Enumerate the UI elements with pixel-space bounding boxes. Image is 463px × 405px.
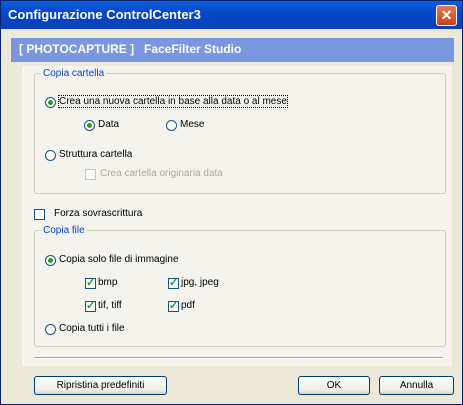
- radio-struttura-cartella[interactable]: [45, 150, 56, 161]
- checkbox-pdf[interactable]: [168, 299, 179, 312]
- copia-file-legend: Copia file: [43, 225, 85, 236]
- tab-photocapture[interactable]: [ PHOTOCAPTURE ]: [19, 42, 134, 56]
- radio-copia-solo-immagini[interactable]: [45, 255, 56, 266]
- radio-copia-solo-immagini-label[interactable]: Copia solo file di immagine: [59, 254, 179, 265]
- cancel-button[interactable]: Annulla: [379, 376, 454, 395]
- checkbox-tif-label[interactable]: tif, tiff: [98, 300, 122, 311]
- close-icon: ✕: [440, 7, 453, 23]
- radio-copia-tutti-label[interactable]: Copia tutti i file: [59, 323, 125, 334]
- radio-data-label[interactable]: Data: [98, 119, 119, 130]
- radio-struttura-cartella-label[interactable]: Struttura cartella: [59, 149, 132, 160]
- radio-mese[interactable]: [166, 120, 177, 131]
- copia-cartella-legend: Copia cartella: [43, 68, 105, 79]
- checkbox-forza-sovrascrittura-label[interactable]: Forza sovrascrittura: [54, 208, 142, 219]
- tab-facefilter-studio[interactable]: FaceFilter Studio: [144, 42, 241, 56]
- checkbox-bmp[interactable]: [85, 276, 96, 289]
- radio-data[interactable]: [84, 120, 95, 131]
- ok-button[interactable]: OK: [298, 376, 370, 395]
- checkbox-tif[interactable]: [85, 299, 96, 312]
- checkbox-pdf-label[interactable]: pdf: [181, 300, 195, 311]
- checkbox-forza-sovrascrittura[interactable]: [34, 209, 45, 220]
- checkbox-cartella-originaria[interactable]: [85, 169, 96, 180]
- tab-bar: [ PHOTOCAPTURE ] FaceFilter Studio: [11, 38, 454, 62]
- radio-copia-tutti[interactable]: [45, 324, 56, 335]
- separator: [34, 357, 443, 359]
- radio-nuova-cartella-label[interactable]: Crea una nuova cartella in base alla dat…: [58, 95, 288, 108]
- window-title: Configurazione ControlCenter3: [8, 7, 201, 22]
- close-button[interactable]: ✕: [436, 5, 457, 26]
- checkbox-cartella-originaria-label[interactable]: Crea cartella originaria data: [100, 168, 223, 179]
- radio-mese-label[interactable]: Mese: [180, 119, 204, 130]
- checkbox-jpg-label[interactable]: jpg, jpeg: [181, 277, 219, 288]
- radio-nuova-cartella[interactable]: [45, 97, 56, 108]
- checkbox-jpg[interactable]: [168, 276, 179, 289]
- title-bar[interactable]: Configurazione ControlCenter3 ✕: [1, 1, 462, 29]
- checkbox-bmp-label[interactable]: bmp: [98, 277, 117, 288]
- reset-defaults-button[interactable]: Ripristina predefiniti: [34, 376, 167, 395]
- dialog-window: Configurazione ControlCenter3 ✕ [ PHOTOC…: [0, 0, 463, 405]
